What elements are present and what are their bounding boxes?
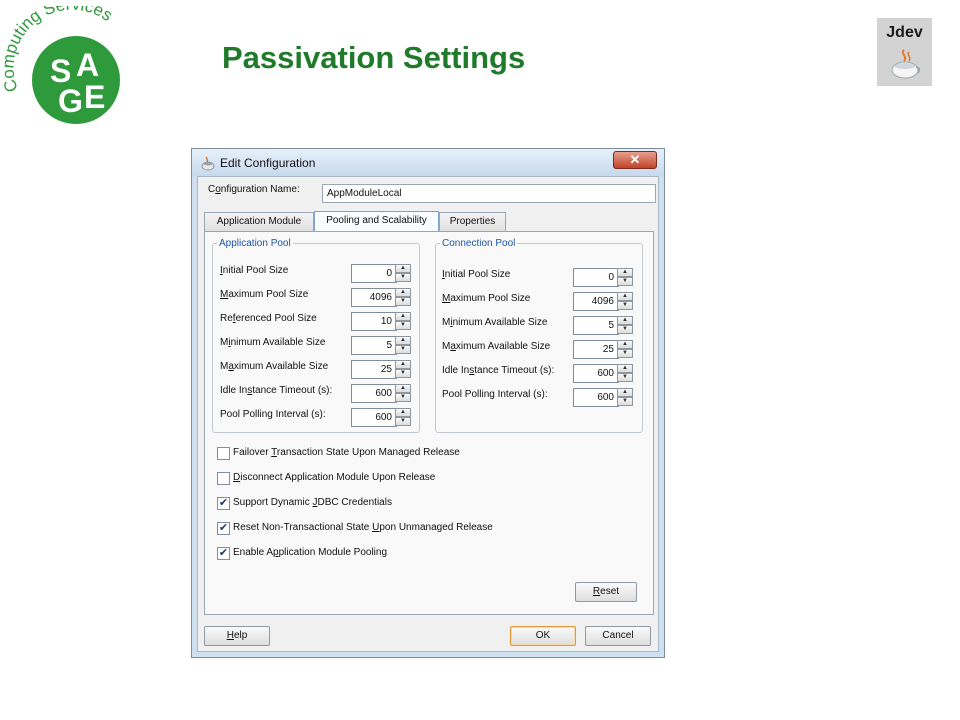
logo-letter-a: A (76, 47, 99, 83)
app-referenced-pool-size-down[interactable]: ▼ (395, 321, 411, 330)
app-pool-polling-interval-label: Pool Polling Interval (s): (220, 409, 326, 420)
conn-minimum-available-size-up[interactable]: ▲ (617, 316, 633, 325)
conn-pool-polling-interval-up[interactable]: ▲ (617, 388, 633, 397)
help-button[interactable]: Help (204, 626, 270, 646)
failover-transaction-state-checkbox[interactable] (217, 447, 230, 460)
app-idle-instance-timeout-up[interactable]: ▲ (395, 384, 411, 393)
conn-minimum-available-size-down[interactable]: ▼ (617, 325, 633, 334)
app-initial-pool-size-label: Initial Pool Size (220, 265, 289, 276)
conn-idle-instance-timeout-up[interactable]: ▲ (617, 364, 633, 373)
app-minimum-available-size-input[interactable]: 5 (351, 336, 397, 355)
conn-maximum-available-size-down[interactable]: ▼ (617, 349, 633, 358)
app-idle-instance-timeout-label: Idle Instance Timeout (s): (220, 385, 333, 396)
jdev-badge: Jdev (877, 18, 932, 86)
tab-application-module[interactable]: Application Module (204, 212, 314, 231)
conn-idle-instance-timeout-down[interactable]: ▼ (617, 373, 633, 382)
cancel-button[interactable]: Cancel (585, 626, 651, 646)
conn-minimum-available-size-input[interactable]: 5 (573, 316, 619, 335)
app-referenced-pool-size-label: Referenced Pool Size (220, 313, 317, 324)
app-minimum-available-size-label: Minimum Available Size (220, 337, 326, 348)
app-initial-pool-size-down[interactable]: ▼ (395, 273, 411, 282)
conn-initial-pool-size-label: Initial Pool Size (442, 269, 511, 280)
disconnect-application-module-label[interactable]: Disconnect Application Module Upon Relea… (233, 472, 435, 483)
logo-letter-e: E (84, 79, 105, 115)
app-pool-polling-interval-input[interactable]: 600 (351, 408, 397, 427)
dialog-titlebar[interactable]: Edit Configuration ✕ (192, 149, 664, 176)
conn-maximum-available-size-label: Maximum Available Size (442, 341, 551, 352)
conn-maximum-pool-size-label: Maximum Pool Size (442, 293, 531, 304)
jdev-label: Jdev (886, 24, 923, 41)
app-maximum-pool-size-down[interactable]: ▼ (395, 297, 411, 306)
app-referenced-pool-size-input[interactable]: 10 (351, 312, 397, 331)
configuration-name-label: Configuration Name: (208, 184, 300, 195)
reset-button[interactable]: Reset (575, 582, 637, 602)
failover-transaction-state-label[interactable]: Failover Transaction State Upon Managed … (233, 447, 460, 458)
conn-maximum-available-size-input[interactable]: 25 (573, 340, 619, 359)
reset-non-transactional-state-label[interactable]: Reset Non-Transactional State Upon Unman… (233, 522, 493, 533)
tab-properties[interactable]: Properties (439, 212, 506, 231)
close-button[interactable]: ✕ (613, 151, 657, 169)
conn-pool-polling-interval-label: Pool Polling Interval (s): (442, 389, 548, 400)
conn-maximum-pool-size-up[interactable]: ▲ (617, 292, 633, 301)
ok-button[interactable]: OK (510, 626, 576, 646)
app-pool-polling-interval-down[interactable]: ▼ (395, 417, 411, 426)
enable-application-module-pooling-label[interactable]: Enable Application Module Pooling (233, 547, 387, 558)
dialog-title: Edit Configuration (220, 156, 316, 170)
tab-pooling-and-scalability[interactable]: Pooling and Scalability (314, 211, 439, 232)
app-maximum-pool-size-label: Maximum Pool Size (220, 289, 309, 300)
disconnect-application-module-checkbox[interactable] (217, 472, 230, 485)
app-pool-polling-interval-up[interactable]: ▲ (395, 408, 411, 417)
conn-pool-polling-interval-down[interactable]: ▼ (617, 397, 633, 406)
conn-idle-instance-timeout-label: Idle Instance Timeout (s): (442, 365, 555, 376)
application-pool-legend: Application Pool (219, 238, 291, 249)
slide-title: Passivation Settings (222, 40, 526, 75)
conn-maximum-pool-size-input[interactable]: 4096 (573, 292, 619, 311)
conn-maximum-available-size-up[interactable]: ▲ (617, 340, 633, 349)
app-maximum-available-size-up[interactable]: ▲ (395, 360, 411, 369)
coffee-cup-icon (201, 156, 215, 171)
sage-logo: Computing Services S A G E (4, 6, 120, 124)
conn-initial-pool-size-down[interactable]: ▼ (617, 277, 633, 286)
app-maximum-available-size-down[interactable]: ▼ (395, 369, 411, 378)
app-initial-pool-size-up[interactable]: ▲ (395, 264, 411, 273)
conn-pool-polling-interval-input[interactable]: 600 (573, 388, 619, 407)
app-idle-instance-timeout-down[interactable]: ▼ (395, 393, 411, 402)
conn-idle-instance-timeout-input[interactable]: 600 (573, 364, 619, 383)
app-minimum-available-size-down[interactable]: ▼ (395, 345, 411, 354)
app-idle-instance-timeout-input[interactable]: 600 (351, 384, 397, 403)
close-icon: ✕ (629, 152, 641, 167)
connection-pool-legend: Connection Pool (442, 238, 516, 249)
conn-minimum-available-size-label: Minimum Available Size (442, 317, 548, 328)
support-dynamic-jdbc-checkbox[interactable]: ✔ (217, 497, 230, 510)
enable-application-module-pooling-checkbox[interactable]: ✔ (217, 547, 230, 560)
app-maximum-pool-size-input[interactable]: 4096 (351, 288, 397, 307)
conn-initial-pool-size-up[interactable]: ▲ (617, 268, 633, 277)
conn-maximum-pool-size-down[interactable]: ▼ (617, 301, 633, 310)
conn-initial-pool-size-input[interactable]: 0 (573, 268, 619, 287)
app-initial-pool-size-input[interactable]: 0 (351, 264, 397, 283)
configuration-name-input[interactable]: AppModuleLocal (322, 184, 656, 203)
support-dynamic-jdbc-label[interactable]: Support Dynamic JDBC Credentials (233, 497, 392, 508)
logo-letter-g: G (58, 83, 83, 119)
edit-configuration-dialog: Edit Configuration ✕ Configuration Name:… (191, 148, 665, 658)
app-minimum-available-size-up[interactable]: ▲ (395, 336, 411, 345)
app-maximum-pool-size-up[interactable]: ▲ (395, 288, 411, 297)
coffee-cup-icon (891, 49, 921, 79)
app-maximum-available-size-label: Maximum Available Size (220, 361, 329, 372)
app-maximum-available-size-input[interactable]: 25 (351, 360, 397, 379)
app-referenced-pool-size-up[interactable]: ▲ (395, 312, 411, 321)
reset-non-transactional-state-checkbox[interactable]: ✔ (217, 522, 230, 535)
